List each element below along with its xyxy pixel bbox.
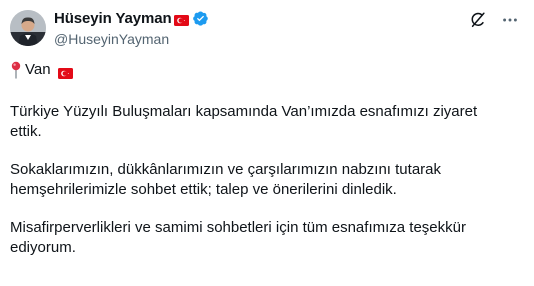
avatar[interactable] [10,10,46,46]
location-line: Van [10,60,510,80]
turkey-flag-icon [57,65,73,79]
turkey-flag-icon [173,13,189,26]
header-actions [468,10,520,30]
verified-badge-icon[interactable] [192,10,209,27]
tweet-header: Hüseyin Yayman @HuseyinYayman [54,9,474,49]
name-row: Hüseyin Yayman [54,9,474,28]
tweet-card: Hüseyin Yayman @HuseyinYayman Van Türkiy… [0,0,534,286]
tweet-paragraph: Türkiye Yüzyılı Buluşmaları kapsamında V… [10,103,478,140]
tweet-paragraph: Misafirperverlikleri ve samimi sohbetler… [10,219,466,256]
tweet-body: Van Türkiye Yüzyılı Buluşmaları kapsamın… [10,60,510,276]
display-name[interactable]: Hüseyin Yayman [54,10,172,27]
round-pushpin-icon [10,61,22,79]
location-text: Van [25,61,51,78]
more-options-icon[interactable] [500,10,520,30]
user-handle[interactable]: @HuseyinYayman [54,30,474,48]
grok-icon[interactable] [468,10,488,30]
tweet-paragraph: Sokaklarımızın, dükkânlarımızın ve çarşı… [10,161,442,198]
